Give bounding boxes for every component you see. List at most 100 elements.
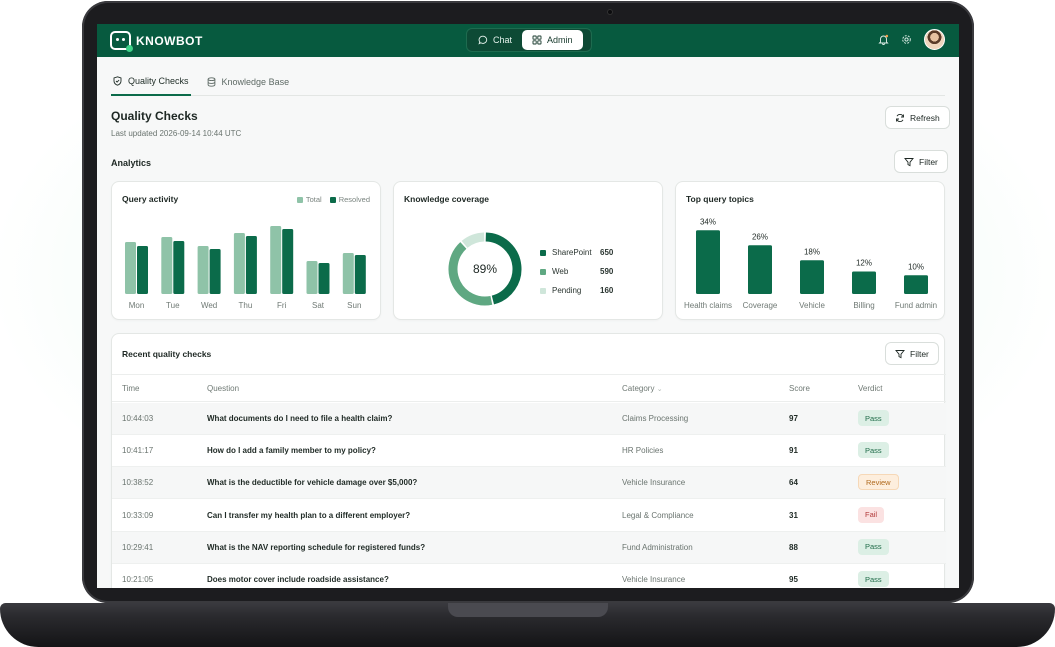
tab-quality-checks[interactable]: Quality Checks [111, 67, 191, 96]
coverage-legend-pending: Pending 160 [540, 281, 613, 300]
table-filter-button[interactable]: Filter [885, 342, 939, 365]
bar-total-wed[interactable] [197, 246, 209, 294]
bar-total-tue[interactable] [161, 237, 173, 294]
bell-icon[interactable] [878, 34, 889, 45]
top-topics-card: Top query topics 34% Health claims 26% Cove… [675, 181, 945, 320]
col-verdict[interactable]: Verdict [858, 384, 882, 393]
recent-checks-title: Recent quality checks [122, 349, 212, 359]
topic-bar[interactable] [852, 271, 876, 295]
topic-value-label: 12% [856, 259, 872, 268]
topic-bar[interactable] [696, 230, 720, 294]
page-title: Quality Checks [111, 109, 198, 123]
table-row[interactable]: 10:44:03 What documents do I need to file… [112, 403, 946, 435]
table-row[interactable]: 10:41:17 How do I add a family member to … [112, 435, 946, 468]
row-question: Can I transfer my health plan to a diffe… [207, 510, 411, 520]
verdict-badge: Pass [858, 538, 889, 555]
col-score[interactable]: Score [789, 384, 810, 393]
row-category: Vehicle Insurance [622, 575, 686, 584]
row-time: 10:41:17 [122, 446, 154, 456]
bar-resolved-wed[interactable] [209, 249, 221, 294]
nav-admin-label: Admin [547, 35, 573, 45]
shield-check-icon [113, 75, 122, 86]
bar-total-fri[interactable] [270, 226, 282, 294]
table-header: Time Question Category ⌄ Score Verdict [112, 374, 946, 402]
knowledge-coverage-card: Knowledge coverage 89% SharePoint 650 Web… [393, 181, 663, 320]
bar-resolved-fri[interactable] [282, 229, 294, 294]
table-row[interactable]: 10:33:09 Can I transfer my health plan to… [112, 500, 946, 532]
topic-bar[interactable] [748, 245, 772, 294]
laptop-notch [448, 603, 608, 617]
bar-total-mon[interactable] [125, 242, 136, 294]
app-name: KNOWBOT [136, 33, 203, 48]
coverage-value: 160 [600, 286, 614, 295]
col-category[interactable]: Category ⌄ [622, 384, 663, 393]
bar-resolved-sun[interactable] [354, 255, 366, 294]
query-activity-card: Query activity Total Resolved Mon Tue Wed T… [111, 181, 381, 320]
top-topics-chart: 34% Health claims 26% Coverage 18% Vehicle 12%… [684, 217, 937, 310]
row-category: Fund Administration [622, 542, 693, 552]
table-row[interactable]: 10:21:05 Does motor cover include roadsid… [112, 564, 946, 588]
topic-category-label: Billing [853, 301, 874, 310]
bar-resolved-mon[interactable] [137, 246, 148, 294]
row-category: HR Policies [622, 446, 664, 456]
verdict-badge: Pass [858, 410, 889, 426]
row-score: 64 [789, 478, 798, 488]
filter-icon [904, 157, 914, 166]
verdict-badge: Pass [858, 571, 889, 587]
table-row[interactable]: 10:38:52 What is the deductible for vehic… [112, 467, 946, 500]
bar-resolved-sat[interactable] [318, 263, 330, 294]
analytics-filter-button[interactable]: Filter [894, 150, 948, 173]
coverage-value: 590 [600, 267, 614, 276]
table-row[interactable]: 10:29:41 What is the NAV reporting schedu… [112, 531, 946, 564]
app-screen: KNOWBOT Chat Admin Quality Checks Knowle… [97, 24, 959, 588]
refresh-label: Refresh [910, 112, 940, 123]
gear-icon[interactable] [901, 34, 912, 45]
x-tick-label: Sat [312, 301, 325, 310]
refresh-button[interactable]: Refresh [885, 106, 950, 129]
grid-icon [532, 35, 542, 45]
bar-total-sun[interactable] [342, 253, 354, 294]
app-logo[interactable]: KNOWBOT [110, 31, 203, 52]
bar-total-sat[interactable] [306, 261, 318, 294]
sort-chevron-icon: ⌄ [656, 386, 663, 393]
top-actions [878, 29, 945, 50]
last-updated: Last updated 2026-09-14 10:44 UTC [111, 129, 242, 138]
nav-chat-label: Chat [493, 35, 513, 45]
row-category: Vehicle Insurance [622, 478, 686, 488]
x-tick-label: Mon [129, 301, 145, 310]
bar-total-thu[interactable] [233, 233, 245, 294]
coverage-legend-web: Web 590 [540, 262, 613, 281]
tab-knowledge-base[interactable]: Knowledge Base [205, 67, 292, 96]
bar-resolved-thu[interactable] [245, 236, 257, 294]
coverage-legend-sharepoint: SharePoint 650 [540, 243, 613, 262]
topic-value-label: 18% [804, 247, 820, 256]
row-question: What documents do I need to file a healt… [207, 414, 393, 423]
user-avatar[interactable] [924, 29, 945, 50]
mode-switch: Chat Admin [466, 28, 592, 52]
section-tabs: Quality Checks Knowledge Base [111, 67, 945, 96]
topic-category-label: Coverage [743, 301, 778, 310]
topic-category-label: Health claims [684, 301, 732, 310]
row-time: 10:33:09 [122, 510, 154, 520]
query-activity-chart: Mon Tue Wed Thu Fri Sat Sun [125, 226, 366, 310]
table-filter-label: Filter [910, 348, 929, 359]
donut-slice-pending[interactable] [461, 232, 485, 249]
topic-value-label: 10% [908, 262, 924, 271]
topic-value-label: 26% [752, 232, 768, 241]
row-score: 95 [789, 575, 798, 584]
topic-bar[interactable] [800, 260, 824, 294]
coverage-name: Web [552, 267, 569, 276]
topic-category-label: Vehicle [799, 301, 825, 310]
nav-chat-button[interactable]: Chat [468, 30, 522, 50]
topic-value-label: 34% [700, 217, 716, 226]
col-time[interactable]: Time [122, 384, 139, 393]
coverage-legend: SharePoint 650 Web 590 Pending 160 [540, 243, 613, 300]
nav-admin-button[interactable]: Admin [522, 30, 583, 50]
topic-bar[interactable] [904, 275, 928, 294]
col-question[interactable]: Question [207, 384, 239, 393]
x-tick-label: Fri [277, 301, 287, 310]
row-question: What is the deductible for vehicle damag… [207, 478, 418, 488]
bar-resolved-tue[interactable] [173, 241, 185, 294]
row-score: 91 [789, 446, 798, 456]
row-score: 88 [789, 542, 798, 552]
